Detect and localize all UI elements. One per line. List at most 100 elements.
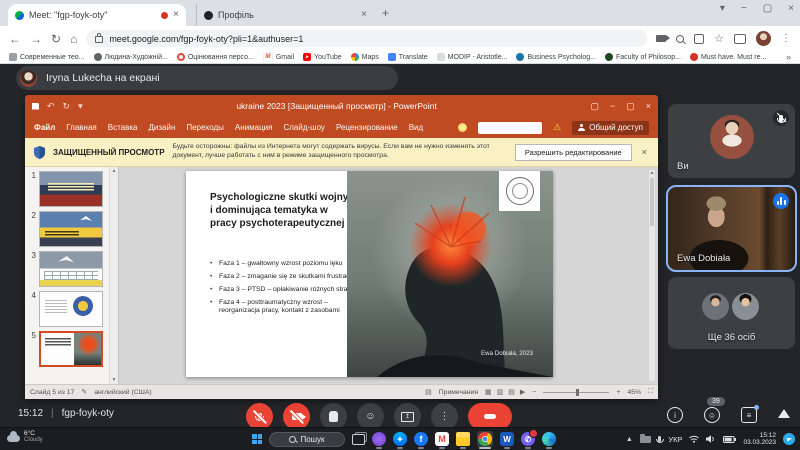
taskbar-clock[interactable]: 15:12 03.03.2023: [743, 432, 776, 447]
thumbnail-scrollbar[interactable]: ▲▼: [109, 167, 118, 384]
customize-quick-access-icon[interactable]: ▾: [78, 101, 83, 112]
new-tab-button[interactable]: +: [382, 6, 389, 20]
participant-tile-speaker[interactable]: Ewa Dobiała: [666, 185, 797, 272]
file-explorer-icon[interactable]: [456, 432, 470, 446]
tab-close-icon[interactable]: ×: [361, 10, 367, 20]
ribbon-display-icon[interactable]: ▢: [590, 101, 599, 112]
zoom-percent[interactable]: 45%: [627, 389, 641, 396]
bookmark-item[interactable]: Business Psycholog...: [516, 53, 595, 61]
bookmark-star-icon[interactable]: ☆: [714, 32, 724, 45]
meeting-details-button[interactable]: i: [667, 407, 683, 423]
gmail-app-icon[interactable]: M: [435, 432, 449, 446]
ribbon-tab-slideshow[interactable]: Слайд-шоу: [283, 123, 324, 132]
ribbon-tab-design[interactable]: Дизайн: [148, 123, 175, 132]
viber-app-icon[interactable]: ✆: [521, 432, 535, 446]
telegram-tray-icon[interactable]: [783, 433, 795, 445]
people-button[interactable]: 39 ☺: [704, 407, 720, 423]
tray-mic-icon[interactable]: [658, 436, 662, 442]
purple-app-icon[interactable]: [372, 432, 386, 446]
chrome-app-active[interactable]: [477, 431, 493, 447]
tray-overflow-chevron-icon[interactable]: ▲: [626, 436, 633, 443]
save-icon[interactable]: [32, 103, 39, 110]
share-icon[interactable]: [694, 34, 704, 44]
bookmark-item[interactable]: Translate: [388, 53, 428, 61]
tab-meet[interactable]: Meet: "fgp-foyk-oty" ×: [8, 4, 186, 26]
tray-folder-icon[interactable]: [640, 436, 651, 443]
ppt-close-button[interactable]: ×: [646, 101, 651, 111]
undo-icon[interactable]: ↶: [47, 101, 55, 112]
protected-bar-close-icon[interactable]: ×: [640, 147, 649, 157]
notes-toggle[interactable]: Примечания: [439, 389, 478, 396]
reactions-button[interactable]: ☺: [357, 403, 384, 430]
close-button[interactable]: ×: [788, 3, 794, 14]
home-button[interactable]: ⌂: [70, 33, 77, 45]
share-button[interactable]: Общий доступ: [572, 121, 649, 135]
bookmark-item[interactable]: MGmail: [263, 52, 294, 62]
battery-icon[interactable]: [723, 436, 736, 443]
participant-tile-you[interactable]: Ви: [668, 104, 795, 178]
bookmark-item[interactable]: Оцінювання персо...: [177, 53, 254, 61]
reading-view-icon[interactable]: ▤: [508, 388, 515, 396]
ribbon-tab-file[interactable]: Файл: [34, 123, 55, 132]
camera-toggle-button[interactable]: [283, 403, 310, 430]
restore-button[interactable]: ▢: [763, 3, 772, 14]
task-view-button[interactable]: [352, 434, 365, 445]
bookmark-item[interactable]: Современные тео...: [9, 53, 85, 61]
reload-button[interactable]: ↻: [51, 33, 61, 45]
side-panel-icon[interactable]: [734, 34, 746, 44]
edge-app-icon[interactable]: [542, 432, 556, 446]
bookmark-item[interactable]: ▸YouTube: [303, 53, 342, 61]
more-options-button[interactable]: ⋮: [431, 403, 458, 430]
slideshow-icon[interactable]: ▶: [520, 388, 525, 396]
bookmark-item[interactable]: Must have. Must re...: [690, 53, 766, 61]
ribbon-tab-insert[interactable]: Вставка: [108, 123, 138, 132]
activities-icon[interactable]: [778, 409, 790, 418]
ppt-restore-button[interactable]: ▢: [626, 101, 635, 112]
back-button[interactable]: ←: [9, 33, 21, 45]
weather-widget[interactable]: 6°C Cloudy: [7, 430, 43, 444]
volume-icon[interactable]: [706, 435, 716, 443]
zoom-out-icon[interactable]: −: [532, 389, 536, 396]
chat-button[interactable]: ≡: [741, 407, 757, 423]
slide-thumbnail[interactable]: 1: [28, 171, 109, 207]
bookmark-item[interactable]: Maps: [351, 53, 379, 61]
enable-editing-button[interactable]: Разрешить редактирование: [515, 144, 632, 161]
ribbon-tab-view[interactable]: Вид: [409, 123, 423, 132]
tab-profile[interactable]: Профіль ×: [196, 4, 374, 26]
forward-button[interactable]: →: [30, 33, 42, 45]
slide-thumbnail[interactable]: 2: [28, 211, 109, 247]
canvas-scrollbar[interactable]: ▲: [648, 169, 656, 382]
start-button[interactable]: [252, 434, 262, 444]
raise-hand-button[interactable]: [320, 403, 347, 430]
zoom-slider[interactable]: [543, 392, 609, 393]
ribbon-tab-animations[interactable]: Анимация: [235, 123, 273, 132]
zoom-icon[interactable]: [676, 35, 684, 43]
browser-profile-avatar[interactable]: [756, 31, 771, 46]
messenger-app-icon[interactable]: ✦: [393, 432, 407, 446]
ribbon-tab-home[interactable]: Главная: [66, 123, 96, 132]
wifi-icon[interactable]: [689, 435, 699, 443]
participant-tile-overflow[interactable]: Ще 36 осіб: [668, 277, 795, 349]
slide-thumbnail[interactable]: 3: [28, 251, 109, 287]
tab-close-icon[interactable]: ×: [173, 10, 179, 20]
slide-thumbnail-selected[interactable]: 5: [28, 331, 109, 367]
word-app-icon[interactable]: W: [500, 432, 514, 446]
browser-menu-icon[interactable]: ⋮: [781, 33, 791, 44]
present-button[interactable]: ↥: [394, 403, 421, 430]
keyboard-language[interactable]: УКР: [668, 435, 682, 444]
chrome-menu-chevron-icon[interactable]: ▾: [720, 3, 725, 14]
bookmarks-overflow-icon[interactable]: »: [786, 52, 791, 62]
normal-view-icon[interactable]: ▦: [485, 388, 492, 396]
ppt-minimize-button[interactable]: −: [610, 101, 615, 111]
mic-toggle-button[interactable]: [246, 403, 273, 430]
address-bar[interactable]: meet.google.com/fgp-foyk-oty?pli=1&authu…: [86, 30, 647, 47]
zoom-in-icon[interactable]: +: [616, 389, 620, 396]
bookmark-item[interactable]: Людина-Художній...: [94, 53, 168, 61]
fit-to-window-icon[interactable]: ⛶: [648, 388, 653, 396]
language-indicator[interactable]: английский (США): [94, 389, 151, 396]
end-call-button[interactable]: [468, 403, 512, 430]
camera-in-use-icon[interactable]: [656, 35, 666, 42]
ribbon-tab-review[interactable]: Рецензирование: [336, 123, 398, 132]
tell-me-search-input[interactable]: [478, 122, 542, 134]
spell-check-icon[interactable]: ✎: [81, 388, 87, 396]
